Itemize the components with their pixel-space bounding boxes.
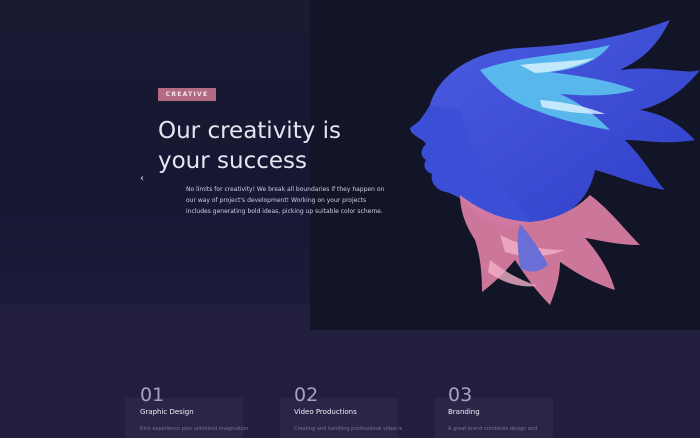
abstract-face-illustration bbox=[410, 20, 700, 305]
hero-title: Our creativity is your success bbox=[158, 116, 418, 176]
chevron-left-icon[interactable]: ‹ bbox=[140, 173, 148, 185]
services-section: 01 02 03 Graphic Design Video Production… bbox=[0, 330, 700, 438]
service-title-graphic-design[interactable]: Graphic Design bbox=[140, 408, 194, 417]
creative-tag: CREATIVE bbox=[158, 88, 216, 101]
service-title-branding[interactable]: Branding bbox=[448, 408, 480, 417]
service-number-02: 02 bbox=[294, 384, 319, 406]
service-number-03: 03 bbox=[448, 384, 473, 406]
service-text-branding: A great brand combines design and bbox=[448, 426, 538, 432]
service-text-graphic-design: Rich experience plus unlimited imaginati… bbox=[140, 426, 249, 432]
service-number-01: 01 bbox=[140, 384, 165, 406]
service-title-video-productions[interactable]: Video Productions bbox=[294, 408, 357, 417]
hero-description: No limits for creativity! We break all b… bbox=[186, 186, 385, 215]
service-text-video-productions: Creating and handling professional video… bbox=[294, 426, 403, 432]
hero-title-line1: Our creativity is bbox=[158, 118, 342, 144]
hero-title-line2: your success bbox=[158, 148, 307, 174]
